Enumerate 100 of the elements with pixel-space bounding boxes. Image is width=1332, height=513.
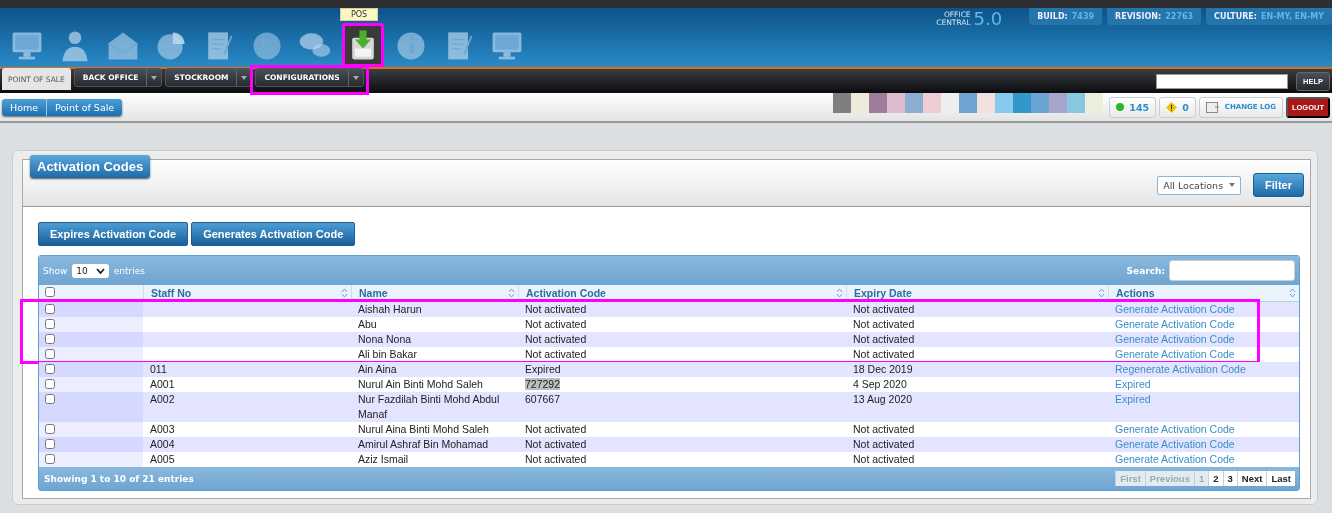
pagination-button[interactable]: 2 [1208, 471, 1223, 486]
row-checkbox[interactable] [45, 364, 55, 374]
table-cell: 727292 [525, 378, 561, 390]
caret-icon [241, 75, 248, 80]
caret-icon [352, 75, 359, 80]
page-size-dropdown[interactable]: 10 [72, 263, 109, 278]
color-swatch[interactable] [1031, 93, 1050, 113]
color-swatch[interactable] [905, 93, 924, 113]
row-checkbox[interactable] [45, 394, 55, 404]
location-dropdown[interactable]: All Locations [1157, 175, 1242, 195]
chevron-icon [95, 267, 105, 274]
color-swatch[interactable] [1049, 93, 1068, 113]
info-badge: CULTURE: EN-MY, EN-MY [1206, 8, 1332, 25]
row-checkbox[interactable] [45, 424, 55, 434]
pagination-button[interactable]: Last [1266, 471, 1295, 486]
column-header[interactable]: Activation Code [518, 285, 846, 301]
column-header[interactable]: Name [351, 285, 518, 301]
breadcrumb-link[interactable]: Point of Sale [46, 98, 123, 116]
row-checkbox[interactable] [45, 349, 55, 359]
table-cell: Ain Aina [358, 363, 397, 375]
row-checkbox[interactable] [45, 304, 55, 314]
action-link[interactable]: Generate Activation Code [1115, 348, 1235, 360]
column-header[interactable]: Actions [1108, 285, 1299, 301]
table-cell: Aishah Harun [358, 303, 422, 315]
table-cell: A004 [150, 438, 175, 450]
color-swatch[interactable] [977, 93, 996, 113]
table-cell: Nurul Aina Binti Mohd Saleh [358, 423, 489, 435]
table-cell: Not activated [525, 318, 587, 330]
table-cell: Not activated [525, 423, 587, 435]
action-button[interactable]: Generates Activation Code [191, 222, 356, 246]
color-swatch[interactable] [833, 93, 852, 113]
action-link[interactable]: Regenerate Activation Code [1115, 363, 1246, 375]
table-cell: Abu [358, 318, 377, 330]
row-checkbox[interactable] [45, 334, 55, 344]
table-cell: Not activated [853, 318, 915, 330]
filter-button[interactable]: Filter [1253, 173, 1304, 197]
table-cell: Not activated [525, 438, 587, 450]
action-link[interactable]: Generate Activation Code [1115, 438, 1235, 450]
table-cell: 607667 [525, 393, 561, 405]
breadcrumb-link[interactable]: Home [2, 98, 47, 116]
table-cell: A002 [150, 393, 175, 405]
table-cell: Nur Fazdilah Binti Mohd Abdul Manaf [358, 393, 500, 420]
show-label: Show [43, 265, 68, 276]
table-cell: Not activated [525, 453, 587, 465]
table-cell: Ali bin Bakar [358, 348, 417, 360]
table-cell: Not activated [525, 303, 587, 315]
table-cell: Expired [525, 363, 561, 375]
row-checkbox[interactable] [45, 379, 55, 389]
sort-icon[interactable] [836, 288, 843, 298]
color-swatch[interactable] [995, 93, 1014, 113]
status-dot-icon [1116, 103, 1125, 111]
table-cell: Not activated [853, 333, 915, 345]
table-cell: Not activated [525, 348, 587, 360]
table-cell: Not activated [853, 438, 915, 450]
warning-count[interactable]: 0 [1159, 96, 1196, 118]
info-badge: REVISION: 22763 [1107, 8, 1202, 25]
pagination-button[interactable]: Next [1236, 471, 1267, 486]
document-icon [1205, 101, 1220, 113]
action-link[interactable]: Generate Activation Code [1115, 303, 1235, 315]
select-all-checkbox[interactable] [45, 287, 55, 297]
color-swatch[interactable] [1085, 93, 1104, 113]
row-checkbox[interactable] [45, 439, 55, 449]
table-cell: Not activated [853, 303, 915, 315]
color-swatch[interactable] [923, 93, 942, 113]
pos-icon[interactable] [342, 23, 384, 67]
search-label: Search: [1126, 265, 1165, 276]
table-cell: 13 Aug 2020 [853, 393, 912, 405]
color-swatch[interactable] [869, 93, 888, 113]
entries-summary: Showing 1 to 10 of 21 entries [44, 473, 194, 484]
sort-icon[interactable] [341, 288, 348, 298]
table-cell: Not activated [853, 348, 915, 360]
action-button[interactable]: Expires Activation Code [38, 222, 189, 246]
table-cell: A003 [150, 423, 175, 435]
column-header[interactable]: Expiry Date [846, 285, 1108, 301]
caret-icon [151, 75, 158, 80]
row-checkbox[interactable] [45, 454, 55, 464]
column-header[interactable]: Staff No [143, 285, 351, 301]
action-link[interactable]: Generate Activation Code [1115, 453, 1235, 465]
color-swatch[interactable] [959, 93, 978, 113]
sort-icon[interactable] [1098, 288, 1105, 298]
search-field[interactable] [1169, 260, 1295, 281]
table-cell: A005 [150, 453, 175, 465]
color-swatch[interactable] [1013, 93, 1032, 113]
table-cell: Not activated [525, 333, 587, 345]
action-link[interactable]: Generate Activation Code [1115, 423, 1235, 435]
color-swatch[interactable] [887, 93, 906, 113]
action-link[interactable]: Expired [1115, 378, 1151, 390]
row-checkbox[interactable] [45, 319, 55, 329]
color-swatch[interactable] [1067, 93, 1086, 113]
table-cell: Nurul Ain Binti Mohd Saleh [358, 378, 483, 390]
search-field[interactable] [1156, 73, 1288, 89]
table-cell: Aziz Ismail [358, 453, 409, 465]
action-link[interactable]: Expired [1115, 393, 1151, 405]
online-count[interactable]: 145 [1109, 96, 1157, 118]
sort-icon[interactable] [1289, 288, 1296, 298]
table-cell: Nona Nona [358, 333, 412, 345]
action-link[interactable]: Generate Activation Code [1115, 318, 1235, 330]
sort-icon[interactable] [508, 288, 515, 298]
action-link[interactable]: Generate Activation Code [1115, 333, 1235, 345]
color-swatch[interactable] [851, 93, 870, 113]
